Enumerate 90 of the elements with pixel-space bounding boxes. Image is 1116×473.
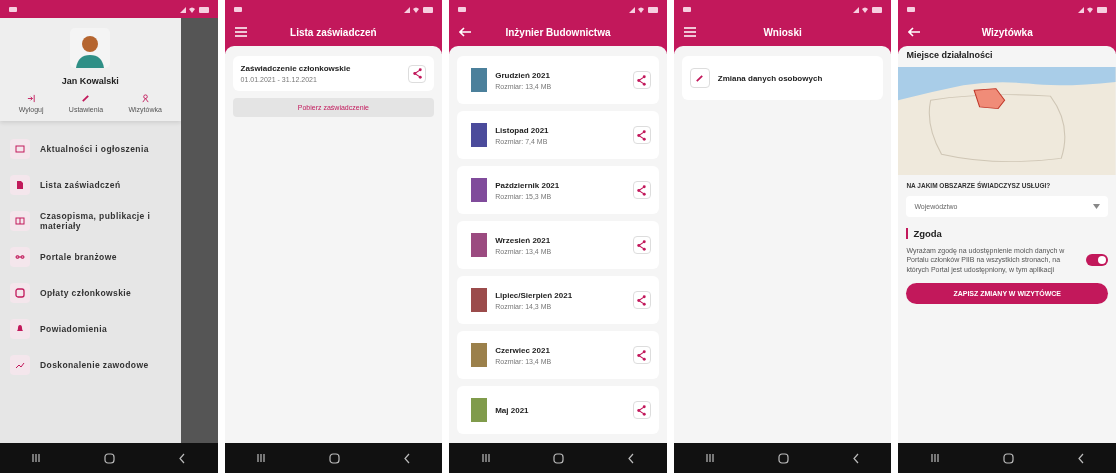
menu-icon[interactable]	[683, 27, 696, 37]
pencil-icon	[81, 94, 91, 103]
share-button[interactable]	[408, 64, 427, 83]
menu-item[interactable]: Aktualności i ogłoszenia	[10, 133, 171, 165]
magazine-card[interactable]: Maj 2021	[457, 386, 659, 434]
share-button[interactable]	[632, 236, 651, 254]
issue-title: Październik 2021	[495, 180, 561, 190]
notification-icon	[232, 5, 243, 13]
status-icons-drawing	[179, 5, 210, 13]
status-icons-drawing	[1078, 5, 1108, 13]
screen-title: Wizytówka	[980, 26, 1034, 38]
issue-title: Wrzesień 2021	[495, 235, 552, 245]
share-button[interactable]	[632, 291, 651, 309]
cover-placeholder	[471, 398, 488, 422]
status-icons-drawing	[628, 5, 659, 13]
cover-placeholder	[471, 123, 488, 147]
screen-title: Lista zaświadczeń	[289, 26, 378, 38]
person-icon	[140, 94, 150, 103]
back-icon[interactable]	[402, 452, 411, 464]
recent-apps-icon[interactable]	[31, 453, 42, 463]
avatar-icon	[70, 28, 111, 68]
menu-item[interactable]: Lista zaświadczeń	[10, 169, 171, 201]
chevron-down-icon	[1093, 204, 1100, 209]
share-icon	[636, 184, 648, 196]
share-button[interactable]	[632, 71, 651, 89]
back-icon[interactable]	[1076, 452, 1085, 464]
issue-title: Lipiec/Sierpień 2021	[495, 290, 574, 300]
share-button[interactable]	[632, 401, 651, 419]
status-icons-drawing	[853, 5, 884, 13]
home-icon[interactable]	[1002, 452, 1014, 464]
share-icon	[636, 239, 648, 251]
recent-apps-icon[interactable]	[705, 453, 716, 463]
status-icons-drawing	[404, 5, 435, 13]
home-icon[interactable]	[778, 452, 790, 464]
section-heading: Miejsce działalności	[906, 50, 994, 60]
menu-item[interactable]: Opłaty członkowskie	[10, 277, 171, 309]
issue-title: Czerwiec 2021	[495, 345, 551, 355]
notification-icon	[681, 5, 692, 13]
notification-icon	[457, 5, 468, 13]
back-arrow-icon[interactable]	[459, 27, 472, 37]
menu-item-icon	[10, 175, 30, 195]
menu-item[interactable]: Czasopisma, publikacje i materiały	[10, 205, 171, 237]
back-icon[interactable]	[178, 452, 187, 464]
cover-placeholder	[471, 288, 488, 312]
share-button[interactable]	[632, 181, 651, 199]
issue-title: Listopad 2021	[495, 125, 550, 135]
share-icon	[636, 404, 648, 416]
menu-item[interactable]: Powiadomienia	[10, 313, 171, 345]
issue-title: Maj 2021	[495, 405, 530, 415]
home-icon[interactable]	[328, 452, 340, 464]
menu-item-icon	[10, 139, 30, 159]
menu-item[interactable]: Portale branżowe	[10, 241, 171, 273]
back-icon[interactable]	[627, 452, 636, 464]
home-icon[interactable]	[553, 452, 565, 464]
menu-item[interactable]: Doskonalenie zawodowe	[10, 349, 171, 381]
menu-icon[interactable]	[234, 27, 247, 37]
share-icon	[636, 294, 648, 306]
share-icon	[411, 68, 423, 79]
share-icon	[636, 349, 648, 361]
consent-toggle[interactable]	[1086, 254, 1108, 267]
cover-placeholder	[471, 178, 488, 202]
screen-title: Wnioski	[762, 26, 803, 38]
user-name: Jan Kowalski	[61, 76, 119, 86]
cover-placeholder	[471, 233, 488, 257]
request-item[interactable]: Zmiana danych osobowych	[681, 56, 884, 100]
share-icon	[636, 74, 648, 86]
notification-icon	[8, 5, 18, 13]
menu-item-icon	[10, 211, 30, 231]
share-icon	[636, 129, 648, 141]
menu-item-icon	[10, 319, 30, 339]
recent-apps-icon[interactable]	[480, 453, 491, 463]
pencil-icon	[689, 68, 710, 88]
issue-title: Grudzień 2021	[495, 70, 551, 80]
share-button[interactable]	[632, 346, 651, 364]
screen-title: Inżynier Budownictwa	[504, 26, 612, 38]
section-heading: Zgoda	[906, 228, 1108, 239]
menu-item-icon	[10, 247, 30, 267]
cover-placeholder	[471, 343, 488, 367]
back-icon[interactable]	[851, 452, 860, 464]
certificate-title: Zaświadczenie członkowskie	[240, 64, 352, 73]
cover-placeholder	[471, 68, 488, 92]
notification-icon	[906, 5, 917, 13]
menu-item-icon	[10, 283, 30, 303]
menu-item-icon	[10, 355, 30, 375]
share-button[interactable]	[632, 126, 651, 144]
home-icon[interactable]	[104, 452, 116, 464]
back-arrow-icon[interactable]	[908, 27, 921, 37]
recent-apps-icon[interactable]	[256, 453, 266, 463]
logout-icon	[26, 94, 36, 103]
recent-apps-icon[interactable]	[929, 453, 940, 463]
